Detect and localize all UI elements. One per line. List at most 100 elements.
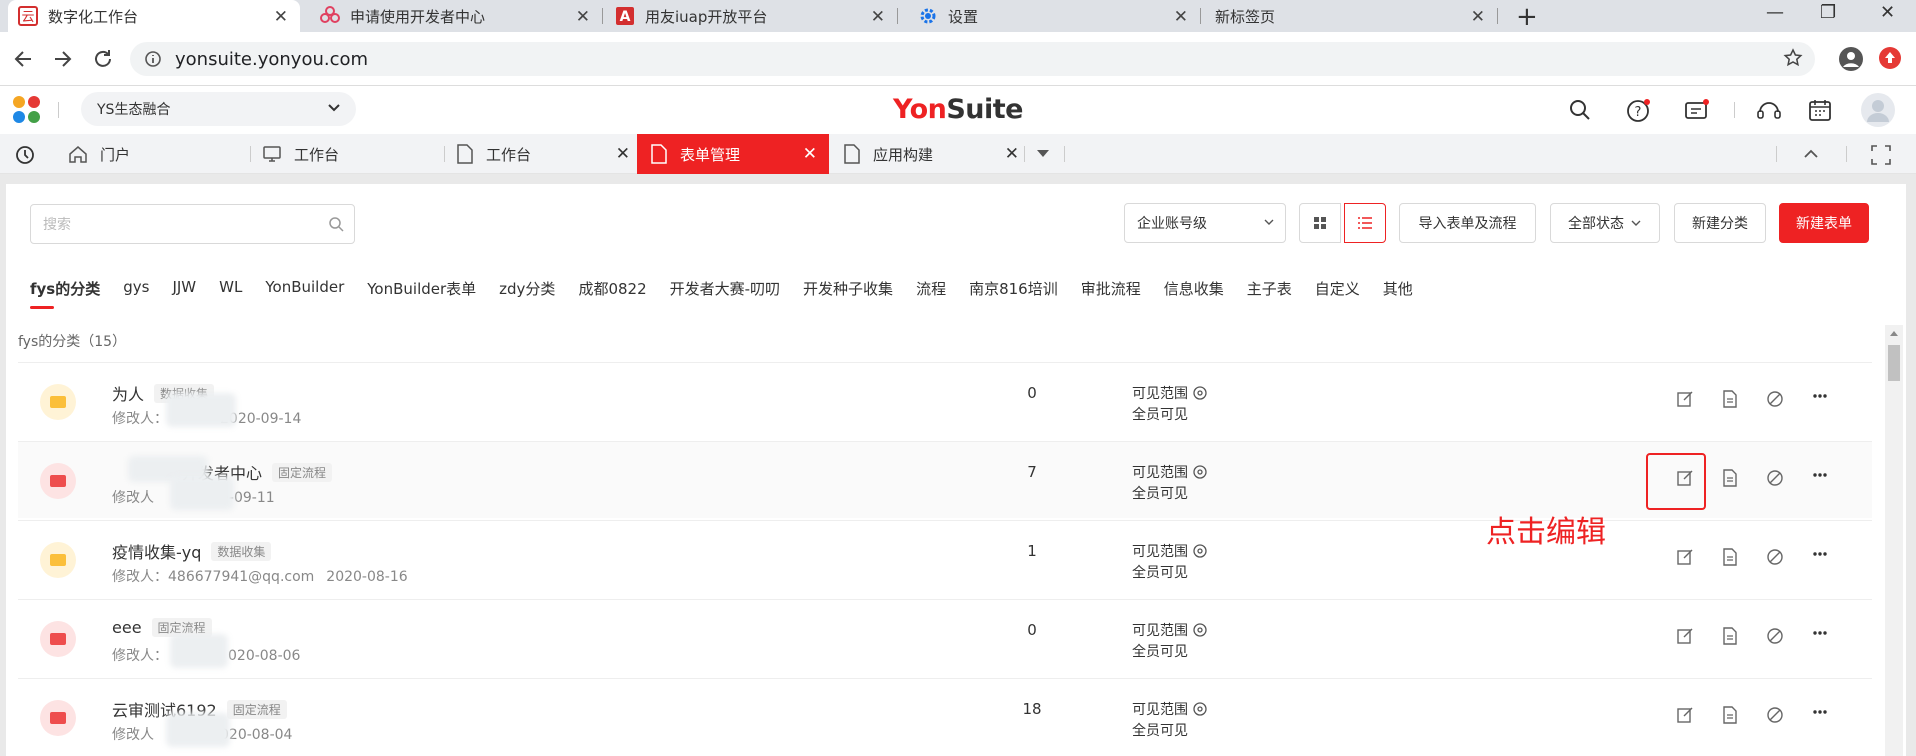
close-icon[interactable]: ✕: [871, 7, 885, 27]
category-tab[interactable]: JJW: [172, 278, 196, 302]
table-row[interactable]: 为人数据收集 修改人：2020-09-14 0 可见范围 全员可见: [18, 362, 1872, 439]
tab-workbench[interactable]: 工作台: [262, 134, 442, 174]
browser-tab-newtab[interactable]: 新标签页 ✕: [1205, 0, 1498, 32]
account-level-select[interactable]: 企业账号级: [1124, 203, 1286, 243]
tab-label: 表单管理: [680, 145, 741, 164]
import-forms-button[interactable]: 导入表单及流程: [1399, 203, 1536, 243]
edit-icon[interactable]: [1676, 548, 1694, 566]
category-tab[interactable]: YonBuilder: [265, 278, 344, 302]
disable-icon[interactable]: [1766, 627, 1784, 645]
document-icon[interactable]: [1721, 627, 1739, 645]
status-filter-select[interactable]: 全部状态: [1550, 203, 1660, 243]
settings-icon[interactable]: [1192, 385, 1208, 401]
close-icon[interactable]: ✕: [1005, 144, 1019, 164]
window-close-icon[interactable]: ✕: [1880, 2, 1895, 23]
tab-app-builder[interactable]: 应用构建 ✕: [843, 134, 1023, 174]
tab-workbench-2[interactable]: 工作台 ✕: [456, 134, 636, 174]
more-icon[interactable]: [1811, 387, 1829, 405]
help-icon[interactable]: ?: [1626, 98, 1652, 124]
settings-icon[interactable]: [1192, 464, 1208, 480]
customer-service-icon[interactable]: [1756, 98, 1782, 124]
url-input[interactable]: yonsuite.yonyou.com: [130, 42, 1815, 76]
close-icon[interactable]: ✕: [616, 144, 630, 164]
disable-icon[interactable]: [1766, 706, 1784, 724]
grid-view-button[interactable]: [1299, 203, 1341, 243]
form-name[interactable]: 疫情收集-yq 数据收集: [112, 539, 272, 563]
reload-icon[interactable]: [92, 48, 114, 70]
table-row[interactable]: eee 固定流程 修改人： 020-08-06 0 可见范围 全员可见: [18, 599, 1872, 676]
vertical-scrollbar[interactable]: [1885, 325, 1903, 756]
category-tab[interactable]: 其他: [1383, 278, 1413, 302]
category-tab[interactable]: 成都0822: [578, 278, 646, 302]
disable-icon[interactable]: [1766, 390, 1784, 408]
document-icon[interactable]: [1721, 469, 1739, 487]
browser-tab-workbench[interactable]: 云 数字化工作台 ✕: [8, 0, 300, 32]
tab-portal[interactable]: 门户: [68, 134, 248, 174]
edit-icon[interactable]: [1676, 390, 1694, 408]
browser-tab-settings[interactable]: 设置 ✕: [908, 0, 1201, 32]
table-row[interactable]: 云审测试6192 固定流程 修改人 020-08-04 18 可见范围 全员可见: [18, 678, 1872, 755]
category-tab[interactable]: gys: [123, 278, 149, 302]
browser-tab-dev-center[interactable]: 申请使用开发者中心 ✕: [310, 0, 603, 32]
visibility-label: 可见范围: [1132, 383, 1208, 403]
category-tab[interactable]: 南京816培训: [969, 278, 1058, 302]
document-icon[interactable]: [1721, 706, 1739, 724]
fullscreen-icon[interactable]: [1870, 144, 1892, 166]
star-icon[interactable]: [1783, 48, 1803, 68]
new-category-button[interactable]: 新建分类: [1674, 203, 1766, 243]
more-icon[interactable]: [1811, 703, 1829, 721]
browser-tab-iuap[interactable]: A 用友iuap开放平台 ✕: [605, 0, 898, 32]
list-view-button[interactable]: [1344, 203, 1386, 243]
edit-icon[interactable]: [1676, 706, 1694, 724]
search-icon[interactable]: [1568, 98, 1592, 122]
category-tab[interactable]: 信息收集: [1164, 278, 1224, 302]
profile-icon[interactable]: [1838, 46, 1864, 72]
maximize-icon[interactable]: ❐: [1820, 2, 1836, 23]
document-icon[interactable]: [1721, 548, 1739, 566]
category-tab[interactable]: 审批流程: [1081, 278, 1141, 302]
back-arrow-icon[interactable]: [12, 48, 34, 70]
close-icon[interactable]: ✕: [576, 7, 590, 27]
history-icon[interactable]: [14, 144, 36, 166]
search-input[interactable]: 搜索: [30, 204, 355, 244]
new-tab-button[interactable]: +: [1516, 2, 1538, 32]
avatar[interactable]: [1860, 92, 1896, 128]
message-icon[interactable]: [1684, 98, 1710, 124]
more-icon[interactable]: [1811, 466, 1829, 484]
category-tab[interactable]: 主子表: [1247, 278, 1292, 302]
category-tab[interactable]: WL: [219, 278, 242, 302]
close-icon[interactable]: ✕: [1471, 7, 1485, 27]
category-tab[interactable]: 自定义: [1315, 278, 1360, 302]
calendar-icon[interactable]: [1808, 98, 1832, 122]
settings-icon[interactable]: [1192, 543, 1208, 559]
category-tab[interactable]: 开发种子收集: [803, 278, 893, 302]
category-tab[interactable]: fys的分类: [30, 278, 100, 302]
minimize-icon[interactable]: —: [1766, 2, 1784, 23]
more-icon[interactable]: [1811, 545, 1829, 563]
category-tab[interactable]: 流程: [916, 278, 946, 302]
scrollbar-thumb[interactable]: [1888, 345, 1900, 381]
close-icon[interactable]: ✕: [1174, 7, 1188, 27]
disable-icon[interactable]: [1766, 469, 1784, 487]
tab-form-management[interactable]: 表单管理 ✕: [637, 134, 829, 174]
scroll-up-icon[interactable]: [1889, 329, 1899, 337]
edit-icon[interactable]: [1676, 627, 1694, 645]
extension-update-icon[interactable]: [1878, 46, 1902, 70]
document-icon[interactable]: [1721, 390, 1739, 408]
settings-icon[interactable]: [1192, 622, 1208, 638]
more-icon[interactable]: [1811, 624, 1829, 642]
category-tab[interactable]: zdy分类: [499, 278, 555, 302]
chevron-up-icon[interactable]: [1802, 146, 1820, 162]
close-icon[interactable]: ✕: [803, 144, 817, 164]
category-tab[interactable]: YonBuilder表单: [367, 278, 476, 302]
tab-overflow-dropdown-icon[interactable]: [1034, 146, 1052, 162]
browser-tab-title: 设置: [948, 7, 979, 26]
settings-icon[interactable]: [1192, 701, 1208, 717]
form-meta: 修改人：486677941@qq.com 2020-08-16: [112, 569, 408, 585]
new-form-button[interactable]: 新建表单: [1779, 203, 1869, 243]
forward-arrow-icon[interactable]: [52, 48, 74, 70]
close-icon[interactable]: ✕: [274, 7, 288, 27]
disable-icon[interactable]: [1766, 548, 1784, 566]
category-tab[interactable]: 开发者大赛-叨叨: [670, 278, 780, 302]
info-icon[interactable]: [144, 50, 162, 68]
